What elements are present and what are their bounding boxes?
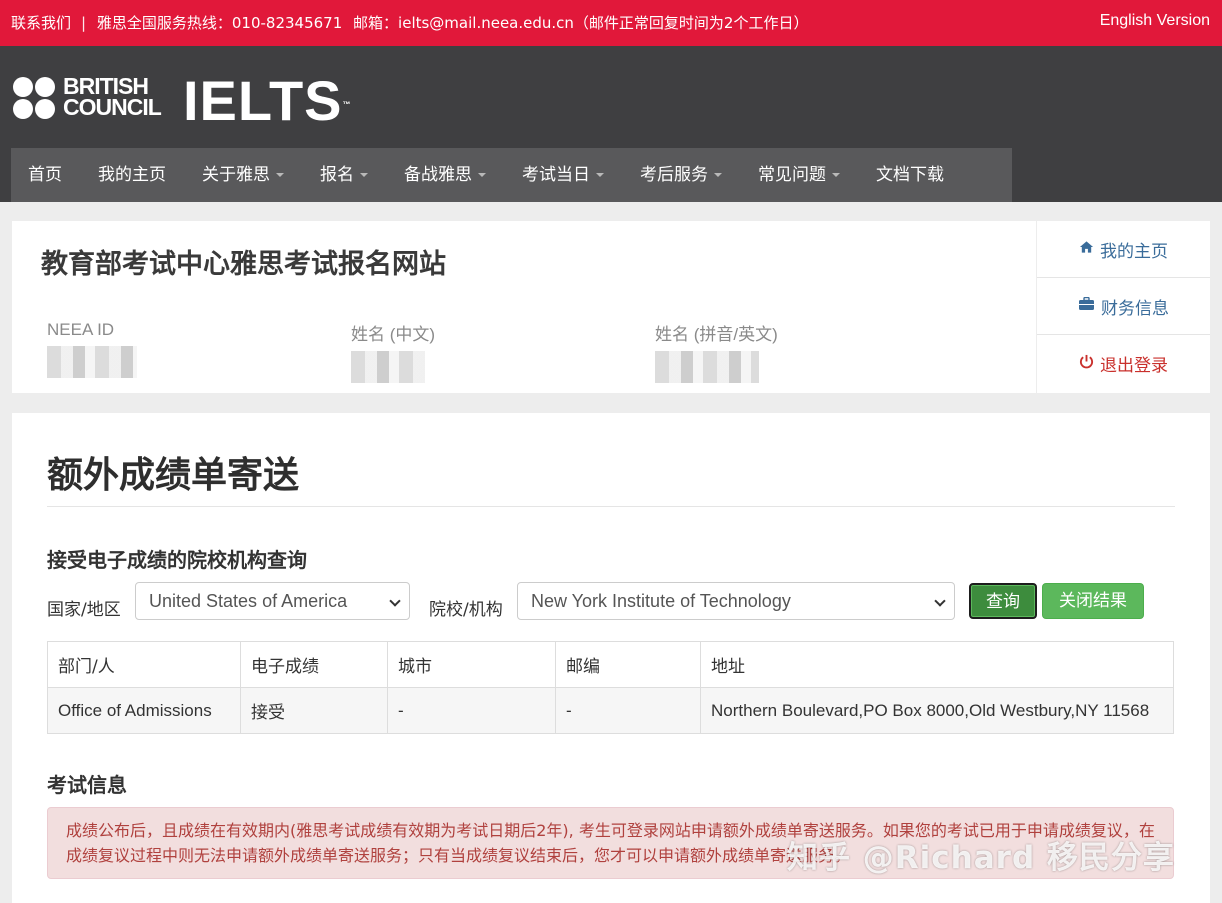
neea-id-field: NEEA ID <box>47 320 137 378</box>
zhihu-watermark: 知乎 @Richard 移民分享 <box>787 840 1175 876</box>
nav-item-8[interactable]: 文档下载 <box>858 148 962 202</box>
contact-us-link[interactable]: 联系我们 <box>11 14 71 32</box>
close-results-button[interactable]: 关闭结果 <box>1042 583 1144 619</box>
british-council-logo[interactable]: BRITISH COUNCIL <box>13 73 163 123</box>
results-table: 部门/人 电子成绩 城市 邮编 地址 Office of Admissions … <box>47 641 1174 734</box>
nav-item-3[interactable]: 报名 <box>302 148 386 202</box>
nav-item-2[interactable]: 关于雅思 <box>184 148 302 202</box>
chevron-down-icon <box>934 595 946 607</box>
home-icon <box>1079 240 1094 258</box>
caret-down-icon <box>478 173 486 177</box>
nav-item-label: 考试当日 <box>522 165 590 185</box>
caret-down-icon <box>360 173 368 177</box>
chevron-down-icon <box>389 595 401 607</box>
side-finance-label: 财务信息 <box>1101 298 1169 319</box>
contact-info: 联系我们 | 雅思全国服务热线：010-82345671 邮箱：ielts@mai… <box>11 12 814 33</box>
english-version-link[interactable]: English Version <box>1100 12 1210 30</box>
caret-down-icon <box>596 173 604 177</box>
nav-item-6[interactable]: 考后服务 <box>622 148 740 202</box>
institution-label: 院校/机构 <box>429 600 503 620</box>
caret-down-icon <box>276 173 284 177</box>
british-council-dots-icon <box>13 77 57 121</box>
pinyin-name-field: 姓名 (拼音/英文) <box>655 320 815 383</box>
account-side-menu: 我的主页 财务信息 退出登录 <box>1037 221 1210 393</box>
site-title: 教育部考试中心雅思考试报名网站 <box>41 249 446 280</box>
chinese-name-field: 姓名 (中文) <box>351 320 471 383</box>
site-header: BRITISH COUNCIL IELTS™ 首页 我的主页 关于雅思 报名 备战雅思 考… <box>0 46 1222 202</box>
nav-item-4[interactable]: 备战雅思 <box>386 148 504 202</box>
nav-item-1[interactable]: 我的主页 <box>80 148 184 202</box>
side-my-home-label: 我的主页 <box>1100 241 1168 262</box>
table-header-cell: 电子成绩 <box>240 641 388 688</box>
profile-panel: 教育部考试中心雅思考试报名网站 NEEA ID 姓名 (中文) 姓名 (拼音/英… <box>12 221 1036 393</box>
nav-item-label: 关于雅思 <box>202 165 270 185</box>
pinyin-name-label: 姓名 (拼音/英文) <box>655 325 778 344</box>
chinese-name-label: 姓名 (中文) <box>351 325 436 344</box>
table-header-cell: 部门/人 <box>47 641 241 688</box>
main-content: 额外成绩单寄送 接受电子成绩的院校机构查询 国家/地区 United State… <box>12 413 1210 903</box>
side-logout-link[interactable]: 退出登录 <box>1037 335 1210 392</box>
ielts-logo[interactable]: IELTS™ <box>183 73 352 129</box>
side-logout-label: 退出登录 <box>1100 356 1168 376</box>
table-row: Office of Admissions 接受 - - Northern Bou… <box>47 687 1174 734</box>
search-section-title: 接受电子成绩的院校机构查询 <box>47 548 307 572</box>
hotline-text: 雅思全国服务热线：010-82345671 <box>96 14 343 32</box>
nav-item-0[interactable]: 首页 <box>11 148 80 202</box>
chinese-name-value-redacted <box>351 351 425 383</box>
british-council-wordmark: BRITISH COUNCIL <box>63 73 162 120</box>
power-icon <box>1079 354 1094 373</box>
nav-item-label: 我的主页 <box>98 165 166 185</box>
divider: | <box>81 14 87 32</box>
table-cell-department: Office of Admissions <box>47 687 241 734</box>
query-button[interactable]: 查询 <box>969 583 1037 619</box>
side-finance-link[interactable]: 财务信息 <box>1037 278 1210 335</box>
nav-item-7[interactable]: 常见问题 <box>740 148 858 202</box>
table-header-row: 部门/人 电子成绩 城市 邮编 地址 <box>47 641 1174 688</box>
table-cell-postcode: - <box>555 687 701 734</box>
caret-down-icon <box>832 173 840 177</box>
nav-item-label: 报名 <box>320 165 354 185</box>
table-header-cell: 邮编 <box>555 641 701 688</box>
country-selected-value: United States of America <box>149 591 348 611</box>
table-cell-e-score: 接受 <box>240 687 388 734</box>
nav-item-label: 首页 <box>28 165 62 185</box>
nav-item-label: 备战雅思 <box>404 165 472 185</box>
country-select[interactable]: United States of America <box>135 582 410 620</box>
nav-item-5[interactable]: 考试当日 <box>504 148 622 202</box>
page-title: 额外成绩单寄送 <box>47 455 300 496</box>
exam-info-title: 考试信息 <box>47 773 127 797</box>
side-my-home-link[interactable]: 我的主页 <box>1037 221 1210 278</box>
institution-selected-value: New York Institute of Technology <box>531 591 791 611</box>
caret-down-icon <box>714 173 722 177</box>
email-text: 邮箱：ielts@mail.neea.edu.cn（邮件正常回复时间为2个工作日… <box>353 14 809 32</box>
briefcase-icon <box>1078 296 1095 315</box>
divider <box>47 506 1175 507</box>
main-nav: 首页 我的主页 关于雅思 报名 备战雅思 考试当日 考后服务 常见问题 文档下载 <box>11 148 1012 202</box>
nav-item-label: 考后服务 <box>640 165 708 185</box>
pinyin-name-value-redacted <box>655 351 759 383</box>
table-cell-address: Northern Boulevard,PO Box 8000,Old Westb… <box>700 687 1174 734</box>
nav-item-label: 文档下载 <box>876 165 944 185</box>
table-header-cell: 地址 <box>700 641 1174 688</box>
neea-id-label: NEEA ID <box>47 320 115 339</box>
country-label: 国家/地区 <box>47 600 121 620</box>
top-contact-bar: 联系我们 | 雅思全国服务热线：010-82345671 邮箱：ielts@mai… <box>0 0 1222 46</box>
table-header-cell: 城市 <box>387 641 556 688</box>
nav-item-label: 常见问题 <box>758 165 826 185</box>
table-cell-city: - <box>387 687 556 734</box>
institution-select[interactable]: New York Institute of Technology <box>517 582 955 620</box>
neea-id-value-redacted <box>47 346 137 378</box>
